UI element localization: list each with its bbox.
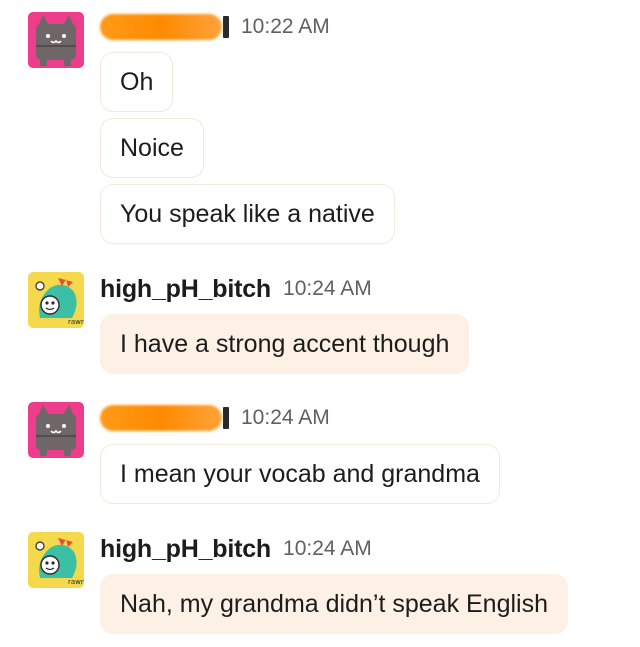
pink-cat-avatar-icon[interactable]	[28, 12, 84, 68]
message-bubble[interactable]: I have a strong accent though	[100, 314, 470, 374]
redacted-username	[100, 14, 222, 40]
message-text: Nah, my grandma didn’t speak English	[120, 589, 549, 618]
message-bubble[interactable]: I mean your vocab and grandma	[100, 444, 500, 504]
pink-cat-avatar-icon[interactable]	[28, 402, 84, 458]
sender-name[interactable]: high_pH_bitch	[100, 535, 271, 564]
message-bubble[interactable]: You speak like a native	[100, 184, 395, 244]
redaction-edge	[223, 16, 229, 38]
message-timestamp[interactable]: 10:24 AM	[283, 277, 372, 301]
message-timestamp[interactable]: 10:24 AM	[283, 537, 372, 561]
sender-name[interactable]: high_pH_bitch	[100, 275, 271, 304]
svg-text:rawr: rawr	[68, 578, 84, 586]
message-header: 10:24 AM	[100, 402, 330, 434]
redaction-edge	[223, 407, 229, 429]
message-header: 10:22 AM	[100, 11, 330, 43]
green-dino-avatar-icon[interactable]: rawr	[28, 272, 84, 328]
message-text: Noice	[120, 133, 184, 162]
green-dino-avatar-icon[interactable]: rawr	[28, 532, 84, 588]
message-header: high_pH_bitch 10:24 AM	[100, 273, 372, 305]
message-text: You speak like a native	[120, 199, 375, 228]
message-text: Oh	[120, 67, 154, 96]
message-bubble[interactable]: Noice	[100, 118, 204, 178]
message-timestamp[interactable]: 10:22 AM	[241, 15, 330, 39]
message-header: high_pH_bitch 10:24 AM	[100, 533, 372, 565]
svg-text:rawr: rawr	[68, 318, 84, 326]
message-bubble[interactable]: Oh	[100, 52, 174, 112]
message-text: I mean your vocab and grandma	[120, 459, 480, 488]
message-bubble[interactable]: Nah, my grandma didn’t speak English	[100, 574, 569, 634]
message-timestamp[interactable]: 10:24 AM	[241, 406, 330, 430]
redacted-username	[100, 405, 222, 431]
message-text: I have a strong accent though	[120, 329, 450, 358]
